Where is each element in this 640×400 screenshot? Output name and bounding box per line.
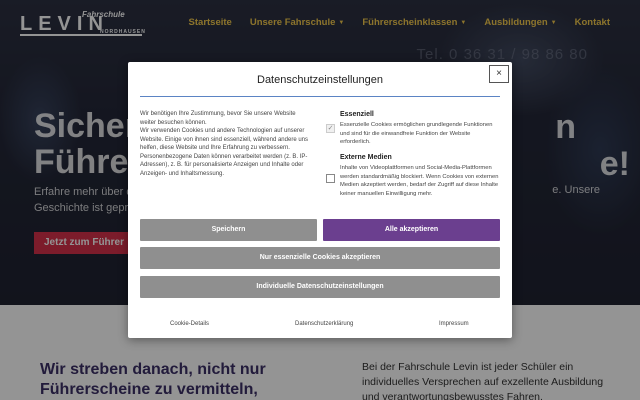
privacy-policy-link[interactable]: Datenschutzerklärung — [295, 321, 353, 327]
dialog-title: Datenschutzeinstellungen — [257, 74, 383, 86]
accept-all-button[interactable]: Alle akzeptieren — [323, 219, 500, 241]
category-description: Essenzielle Cookies ermöglichen grundleg… — [340, 122, 493, 145]
title-divider — [140, 96, 500, 97]
imprint-link[interactable]: Impressum — [439, 321, 469, 327]
cookie-consent-dialog: Datenschutzeinstellungen × Wir benötigen… — [128, 62, 512, 338]
save-button[interactable]: Speichern — [140, 219, 317, 241]
individual-settings-button[interactable]: Individuelle Datenschutzeinstellungen — [140, 276, 500, 298]
cookie-details-link[interactable]: Cookie-Details — [170, 321, 209, 327]
category-description: Inhalte von Videoplattformen und Social-… — [340, 165, 499, 197]
accept-essential-button[interactable]: Nur essenzielle Cookies akzeptieren — [140, 247, 500, 269]
consent-intro-text: Wir benötigen Ihre Zustimmung, bevor Sie… — [140, 111, 308, 177]
close-button[interactable]: × — [489, 65, 509, 83]
category-title: Essenziell — [340, 111, 374, 118]
category-title: Externe Medien — [340, 154, 392, 161]
essential-checkbox: ✓ — [326, 124, 335, 133]
external-media-checkbox[interactable] — [326, 174, 335, 183]
